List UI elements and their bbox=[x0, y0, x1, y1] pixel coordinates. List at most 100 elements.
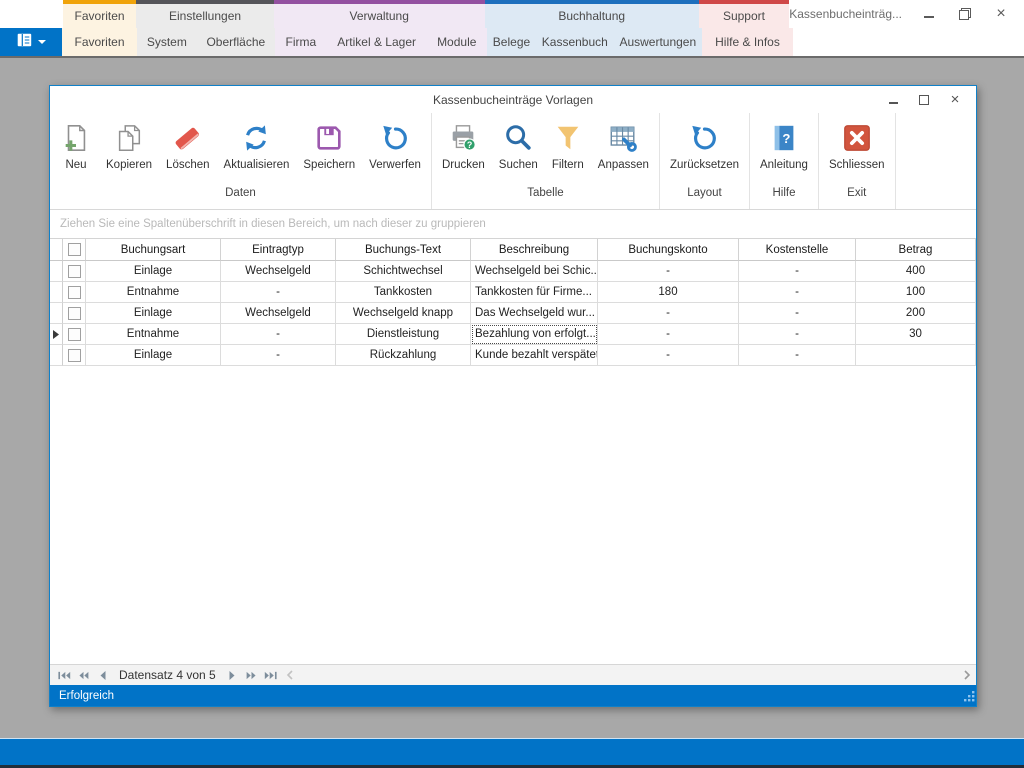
kopieren-button[interactable]: Kopieren bbox=[99, 120, 159, 173]
window-minimize-button[interactable] bbox=[920, 5, 938, 23]
tab-buchhaltung[interactable]: Buchhaltung bbox=[485, 0, 699, 28]
grid-empty-area bbox=[50, 366, 976, 664]
menu-item-firma[interactable]: Firma bbox=[286, 35, 317, 49]
grid-cell[interactable]: - bbox=[739, 345, 856, 366]
scroll-right-icon[interactable] bbox=[963, 670, 976, 680]
group-by-panel[interactable]: Ziehen Sie eine Spaltenüberschrift in di… bbox=[50, 210, 976, 239]
grid-cell[interactable]: Schichtwechsel bbox=[336, 261, 471, 282]
anpassen-button[interactable]: Anpassen bbox=[591, 120, 656, 173]
loeschen-button[interactable]: Löschen bbox=[159, 120, 216, 173]
dialog-minimize-button[interactable] bbox=[884, 92, 902, 108]
tab-favoriten[interactable]: Favoriten bbox=[63, 0, 137, 28]
grid-cell[interactable]: - bbox=[598, 303, 739, 324]
window-restore-button[interactable] bbox=[956, 5, 974, 23]
grid-cell[interactable]: 100 bbox=[856, 282, 976, 303]
grid-cell[interactable]: Einlage bbox=[86, 261, 221, 282]
grid-cell[interactable]: Einlage bbox=[86, 345, 221, 366]
column-header-buchungsart[interactable]: Buchungsart bbox=[86, 239, 221, 261]
record-prev-page-button[interactable] bbox=[74, 665, 93, 685]
row-checkbox-cell[interactable] bbox=[63, 345, 86, 366]
zuruecksetzen-button[interactable]: Zurücksetzen bbox=[663, 120, 746, 173]
grid-cell[interactable]: - bbox=[598, 345, 739, 366]
anleitung-button[interactable]: ? Anleitung bbox=[753, 120, 815, 173]
column-header-buchungskonto[interactable]: Buchungskonto bbox=[598, 239, 739, 261]
menu-item-module[interactable]: Module bbox=[437, 35, 476, 49]
filtern-button[interactable]: Filtern bbox=[545, 120, 591, 173]
grid-cell[interactable]: - bbox=[739, 282, 856, 303]
dialog-close-button[interactable]: × bbox=[946, 92, 964, 108]
record-last-button[interactable] bbox=[261, 665, 280, 685]
grid-cell[interactable]: 400 bbox=[856, 261, 976, 282]
grid-cell[interactable]: - bbox=[739, 324, 856, 345]
resize-grip-icon[interactable] bbox=[964, 691, 975, 705]
record-prev-button[interactable] bbox=[93, 665, 112, 685]
menu-item-auswertungen[interactable]: Auswertungen bbox=[619, 35, 696, 49]
grid-cell[interactable]: Entnahme bbox=[86, 282, 221, 303]
column-header-eintragtyp[interactable]: Eintragtyp bbox=[221, 239, 336, 261]
app-bottom-bar bbox=[0, 738, 1024, 765]
schliessen-button[interactable]: Schliessen bbox=[822, 120, 892, 173]
grid-cell[interactable]: Dienstleistung bbox=[336, 324, 471, 345]
grid-cell[interactable]: Tankkosten für Firme... bbox=[471, 282, 598, 303]
menu-item-artikel-lager[interactable]: Artikel & Lager bbox=[337, 35, 416, 49]
tab-favoriten-label: Favoriten bbox=[75, 9, 125, 23]
grid-cell[interactable]: Entnahme bbox=[86, 324, 221, 345]
row-checkbox-cell[interactable] bbox=[63, 303, 86, 324]
select-all-checkbox-cell[interactable] bbox=[63, 239, 86, 261]
tab-support[interactable]: Support bbox=[699, 0, 790, 28]
menu-item-hilfe-infos[interactable]: Hilfe & Infos bbox=[715, 35, 780, 49]
dialog-titlebar[interactable]: Kassenbucheinträge Vorlagen × bbox=[50, 86, 976, 113]
menu-item-system[interactable]: System bbox=[147, 35, 187, 49]
grid-cell[interactable]: Wechselgeld bbox=[221, 261, 336, 282]
grid-cell[interactable]: Wechselgeld bbox=[221, 303, 336, 324]
record-first-button[interactable] bbox=[55, 665, 74, 685]
aktualisieren-button[interactable]: Aktualisieren bbox=[217, 120, 297, 173]
column-header-betrag[interactable]: Betrag bbox=[856, 239, 976, 261]
grid-cell[interactable]: - bbox=[739, 261, 856, 282]
speichern-button[interactable]: Speichern bbox=[296, 120, 362, 173]
row-checkbox-cell[interactable] bbox=[63, 324, 86, 345]
grid-cell[interactable]: - bbox=[221, 324, 336, 345]
grid-cell[interactable] bbox=[856, 345, 976, 366]
grid-cell[interactable]: - bbox=[739, 303, 856, 324]
grid-cell[interactable]: Wechselgeld bei Schic... bbox=[471, 261, 598, 282]
ribbon-item-row: Favoriten System Oberfläche Firma Artike… bbox=[0, 28, 1024, 56]
app-menu-button[interactable] bbox=[0, 28, 62, 56]
grid-cell[interactable]: 30 bbox=[856, 324, 976, 345]
grid-cell[interactable]: Einlage bbox=[86, 303, 221, 324]
column-header-kostenstelle[interactable]: Kostenstelle bbox=[739, 239, 856, 261]
menu-item-kassenbuch[interactable]: Kassenbuch bbox=[542, 35, 608, 49]
neu-button[interactable]: Neu bbox=[53, 120, 99, 173]
row-checkbox-cell[interactable] bbox=[63, 261, 86, 282]
scroll-left-icon[interactable] bbox=[286, 670, 294, 680]
grid-cell[interactable]: - bbox=[221, 282, 336, 303]
application-window: Favoriten Einstellungen Verwaltung Buchh… bbox=[0, 0, 1024, 768]
grid-cell[interactable]: Kunde bezahlt verspätet bbox=[471, 345, 598, 366]
grid-cell[interactable]: Rückzahlung bbox=[336, 345, 471, 366]
grid-cell[interactable]: - bbox=[598, 261, 739, 282]
record-next-page-button[interactable] bbox=[242, 665, 261, 685]
tab-einstellungen[interactable]: Einstellungen bbox=[136, 0, 273, 28]
grid-cell[interactable]: - bbox=[221, 345, 336, 366]
tab-verwaltung[interactable]: Verwaltung bbox=[274, 0, 485, 28]
grid-cell[interactable]: Tankkosten bbox=[336, 282, 471, 303]
window-close-button[interactable]: × bbox=[992, 5, 1010, 23]
column-header-beschreibung[interactable]: Beschreibung bbox=[471, 239, 598, 261]
grid-cell[interactable]: Wechselgeld knapp bbox=[336, 303, 471, 324]
dialog-maximize-button[interactable] bbox=[915, 92, 933, 108]
menu-item-belege[interactable]: Belege bbox=[493, 35, 530, 49]
menu-item-oberflaeche[interactable]: Oberfläche bbox=[206, 35, 265, 49]
menu-item-favoriten[interactable]: Favoriten bbox=[74, 35, 124, 49]
grid-cell[interactable]: Das Wechselgeld wur... bbox=[471, 303, 598, 324]
suchen-button[interactable]: Suchen bbox=[492, 120, 545, 173]
drucken-button[interactable]: ? Drucken bbox=[435, 120, 492, 173]
grid-cell[interactable]: 180 bbox=[598, 282, 739, 303]
drucken-label: Drucken bbox=[442, 159, 485, 171]
verwerfen-button[interactable]: Verwerfen bbox=[362, 120, 428, 173]
grid-cell[interactable]: - bbox=[598, 324, 739, 345]
record-next-button[interactable] bbox=[223, 665, 242, 685]
column-header-buchungs-text[interactable]: Buchungs-Text bbox=[336, 239, 471, 261]
grid-cell[interactable]: 200 bbox=[856, 303, 976, 324]
grid-cell-focused[interactable]: Bezahlung von erfolgt... bbox=[471, 324, 598, 345]
row-checkbox-cell[interactable] bbox=[63, 282, 86, 303]
